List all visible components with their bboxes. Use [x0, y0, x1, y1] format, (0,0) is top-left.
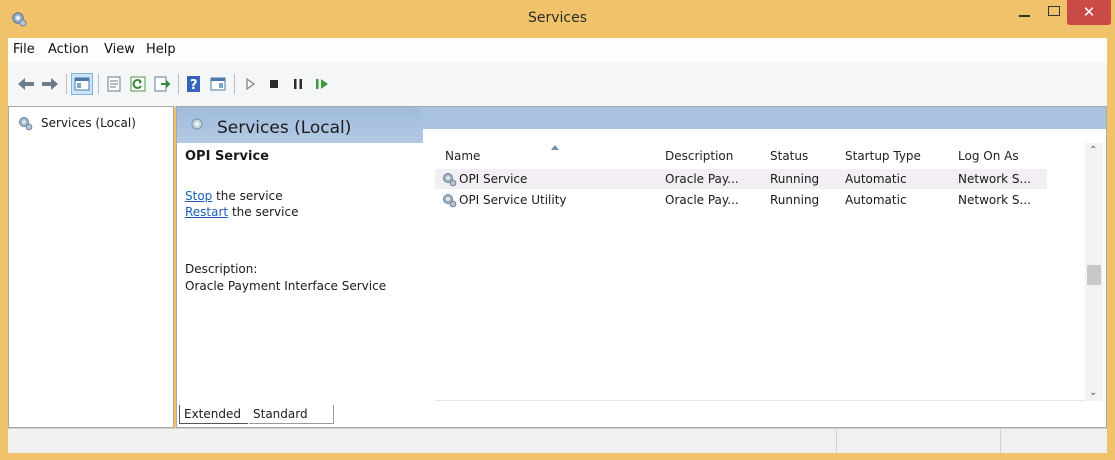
pause-service-icon[interactable]	[288, 74, 308, 94]
title-bar[interactable]: Services ✕	[0, 0, 1115, 38]
forward-icon[interactable]	[40, 74, 60, 94]
vertical-scrollbar[interactable]: ⌃ ⌄	[1085, 143, 1103, 401]
stop-service-link[interactable]: Stop	[185, 189, 212, 203]
menu-help[interactable]: Help	[146, 42, 176, 57]
toolbar-separator	[98, 74, 99, 94]
column-header-label: Name	[445, 149, 481, 163]
service-gear-icon	[441, 192, 457, 208]
column-header-description[interactable]: Description	[665, 149, 733, 163]
selected-service-name: OPI Service	[185, 149, 269, 164]
scrollbar-thumb[interactable]	[1087, 265, 1101, 285]
minimize-button[interactable]	[1010, 0, 1038, 26]
status-divider	[1000, 429, 1001, 453]
pane-header: Services (Local)	[177, 107, 423, 143]
services-gear-icon	[17, 115, 33, 131]
pane-title: Services (Local)	[217, 118, 352, 138]
services-gear-icon	[189, 116, 207, 134]
cell-status: Running	[770, 193, 820, 207]
toolbar-separator	[178, 74, 179, 94]
view-tabs: Extended Standard	[177, 403, 1106, 427]
cell-log-on-as: Network S...	[958, 172, 1031, 186]
toolbar: ?	[8, 62, 1107, 107]
svg-text:?: ?	[190, 78, 198, 93]
table-row[interactable]: OPI Service Utility Oracle Pay... Runnin…	[435, 190, 1047, 210]
column-header-name[interactable]: Name	[445, 145, 559, 163]
tab-extended[interactable]: Extended	[179, 405, 248, 424]
services-pane: Services (Local) OPI Service Stop the se…	[176, 106, 1107, 428]
cell-startup-type: Automatic	[845, 193, 907, 207]
services-table: Name Description Status Startup Type Log…	[435, 143, 1091, 403]
tree-item-label: Services (Local)	[41, 116, 136, 130]
status-bar	[8, 428, 1107, 453]
close-button[interactable]: ✕	[1067, 0, 1111, 25]
resume-service-icon[interactable]	[312, 74, 332, 94]
column-header-status[interactable]: Status	[770, 149, 808, 163]
maximize-button[interactable]	[1040, 0, 1068, 26]
service-gear-icon	[441, 171, 457, 187]
refresh-icon[interactable]	[128, 74, 148, 94]
chevron-up-icon[interactable]: ⌃	[1089, 145, 1097, 156]
window-title: Services	[527, 10, 588, 26]
export-list-icon[interactable]	[152, 74, 172, 94]
menu-bar: File Action View Help	[8, 38, 1107, 62]
stop-suffix: the service	[212, 189, 283, 203]
menu-view[interactable]: View	[104, 42, 135, 57]
stop-action-line: Stop the service	[185, 189, 283, 203]
tab-standard[interactable]: Standard	[249, 405, 334, 424]
services-window: Services ✕ File Action View Help ? Servi…	[0, 0, 1115, 460]
column-header-log-on-as[interactable]: Log On As	[958, 149, 1019, 163]
column-header-startup-type[interactable]: Startup Type	[845, 149, 921, 163]
description-label: Description:	[185, 262, 258, 276]
cell-status: Running	[770, 172, 820, 186]
status-divider	[836, 429, 837, 453]
menu-action[interactable]: Action	[48, 42, 89, 57]
toolbar-separator	[66, 74, 67, 94]
cell-startup-type: Automatic	[845, 172, 907, 186]
cell-description: Oracle Pay...	[665, 172, 739, 186]
restart-action-line: Restart the service	[185, 205, 298, 219]
console-tree: Services (Local)	[8, 106, 174, 428]
start-service-icon[interactable]	[240, 74, 260, 94]
stop-service-icon[interactable]	[264, 74, 284, 94]
help-icon[interactable]: ?	[184, 74, 204, 94]
table-row[interactable]: OPI Service Oracle Pay... Running Automa…	[435, 169, 1047, 189]
back-icon[interactable]	[16, 74, 36, 94]
sort-ascending-icon	[551, 145, 559, 150]
description-text: Oracle Payment Interface Service	[185, 279, 387, 293]
cell-name: OPI Service	[459, 172, 528, 186]
toolbar-separator	[234, 74, 235, 94]
cell-description: Oracle Pay...	[665, 193, 739, 207]
cell-name: OPI Service Utility	[459, 193, 567, 207]
cell-log-on-as: Network S...	[958, 193, 1031, 207]
menu-file[interactable]: File	[13, 42, 35, 57]
show-hide-console-tree-icon[interactable]	[71, 73, 93, 95]
show-hide-action-pane-icon[interactable]	[208, 74, 228, 94]
restart-suffix: the service	[228, 205, 299, 219]
properties-icon[interactable]	[104, 74, 124, 94]
restart-service-link[interactable]: Restart	[185, 205, 228, 219]
chevron-down-icon[interactable]: ⌄	[1089, 387, 1097, 398]
table-bottom-divider	[435, 400, 1085, 401]
service-detail: OPI Service Stop the service Restart the…	[177, 143, 423, 403]
